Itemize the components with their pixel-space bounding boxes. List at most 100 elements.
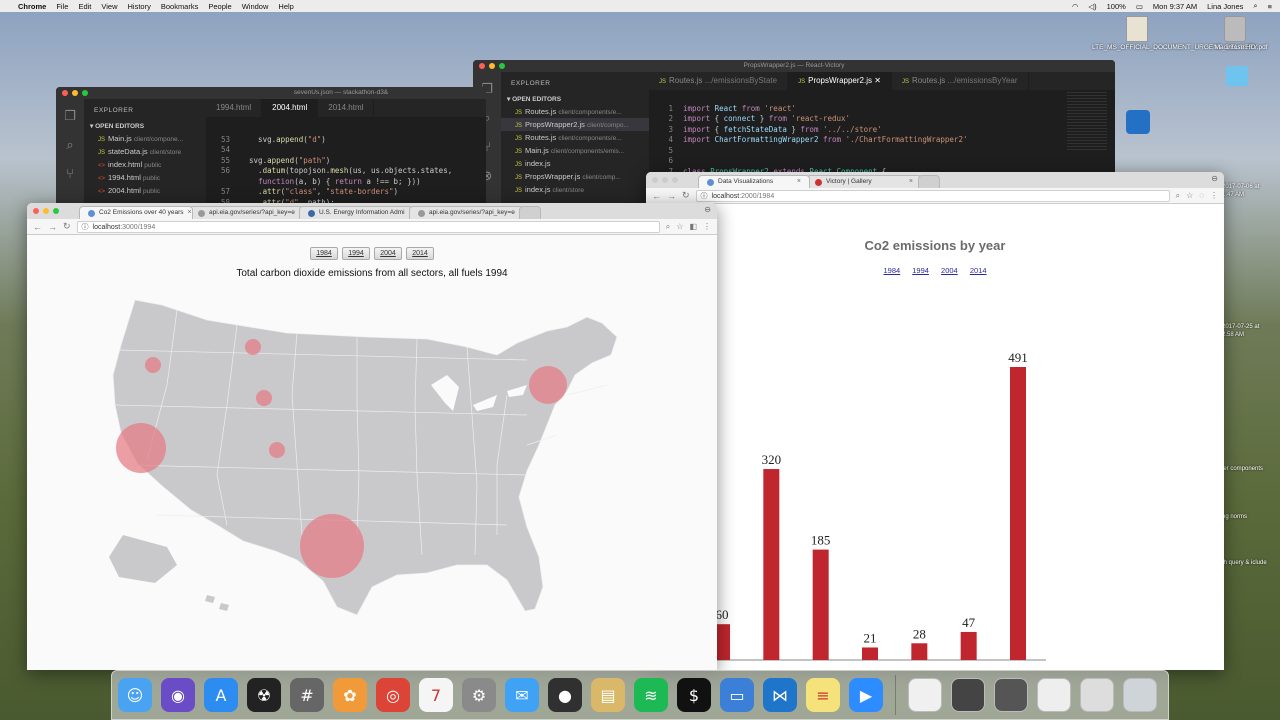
obs-icon[interactable]: ●: [548, 678, 582, 712]
emission-bubble-tx[interactable]: [300, 514, 364, 578]
photos-icon[interactable]: ✿: [333, 678, 367, 712]
chrome-icon[interactable]: ◎: [376, 678, 410, 712]
new-tab-button[interactable]: [918, 175, 940, 188]
source-control-icon[interactable]: ⑂: [66, 167, 74, 182]
open-editor-item[interactable]: JS Main.js client/components/emis...: [501, 144, 649, 157]
bar-or[interactable]: [911, 643, 928, 660]
tab-2014-html[interactable]: 2014.html: [318, 99, 375, 117]
profile-icon[interactable]: ⊖: [704, 205, 711, 214]
open-editor-item[interactable]: <> 1994.html public: [84, 171, 206, 184]
menu-window[interactable]: Window: [242, 2, 269, 11]
window-controls[interactable]: [33, 208, 59, 214]
close-tab-icon[interactable]: ×: [797, 176, 801, 188]
search-icon[interactable]: ⌕: [66, 138, 73, 153]
open-editor-item[interactable]: JS PropsWrapper2.js client/compo...: [501, 118, 649, 131]
desktop-macintosh-hd[interactable]: Macintosh HD: [1190, 16, 1280, 51]
system-preferences-icon[interactable]: ⚙: [462, 678, 496, 712]
finder-icon[interactable]: ☺: [118, 678, 152, 712]
menu-user[interactable]: Lina Jones: [1207, 2, 1243, 11]
browser-tab-api-eia-2[interactable]: api.eia.gov/series/?api_key=e×: [409, 206, 523, 219]
terminal-icon[interactable]: $: [677, 678, 711, 712]
emission-bubble-ca[interactable]: [116, 423, 166, 473]
tab-routes-by-year[interactable]: JS Routes.js .../emissionsByYear: [892, 72, 1029, 90]
menu-people[interactable]: People: [208, 2, 231, 11]
open-editors-header[interactable]: ▾ OPEN EDITORS: [501, 93, 649, 105]
forward-icon[interactable]: →: [48, 222, 57, 232]
desktop-folder-icon[interactable]: [1226, 66, 1248, 86]
tab-routes-by-state[interactable]: JS Routes.js .../emissionsByState: [649, 72, 789, 90]
emission-bubble-mt[interactable]: [245, 339, 261, 355]
close-tab-icon[interactable]: ✕: [874, 76, 881, 85]
menu-clock[interactable]: Mon 9:37 AM: [1153, 2, 1197, 11]
info-icon[interactable]: ⓘ: [82, 222, 89, 232]
emission-bubble-co[interactable]: [269, 442, 285, 458]
bar-wy[interactable]: [960, 631, 977, 660]
extension-icon[interactable]: ◧: [689, 222, 697, 231]
menu-bookmarks[interactable]: Bookmarks: [161, 2, 199, 11]
back-icon[interactable]: ←: [33, 222, 42, 232]
spotify-icon[interactable]: ≋: [634, 678, 668, 712]
window-controls[interactable]: [62, 90, 88, 96]
search-icon[interactable]: ⌕: [1253, 1, 1257, 11]
tab-1994-html[interactable]: 1994.html: [206, 99, 263, 117]
browser-tab-co2-emissions[interactable]: Co2 Emissions over 40 years ×: [79, 206, 193, 219]
menu-edit[interactable]: Edit: [78, 2, 91, 11]
browser-tab-api-eia-1[interactable]: api.eia.gov/series/?api_key=e×: [189, 206, 303, 219]
new-tab-button[interactable]: [519, 206, 541, 219]
browser-tab-victory-gallery[interactable]: Victory | Gallery ×: [806, 175, 922, 188]
code-editor[interactable]: 53 svg.append("d") 54 55 svg.append("path"…: [208, 124, 452, 207]
vscode-icon[interactable]: ⋈: [763, 678, 797, 712]
reload-icon[interactable]: ↻: [63, 221, 71, 232]
window-controls[interactable]: [652, 177, 678, 183]
calendar-icon[interactable]: 7: [419, 678, 453, 712]
forward-icon[interactable]: →: [667, 191, 676, 201]
bar-tx[interactable]: [1010, 367, 1026, 660]
battery-percent[interactable]: 100%: [1107, 2, 1126, 11]
menu-app-name[interactable]: Chrome: [18, 2, 46, 11]
browser-tab-data-visualizations[interactable]: Data Visualizations ×: [698, 175, 810, 188]
siri-icon[interactable]: ◉: [161, 678, 195, 712]
open-editor-item[interactable]: JS PropsWrapper.js client/comp...: [501, 170, 649, 183]
screenshot-stack-icon[interactable]: [951, 678, 985, 712]
open-editor-item[interactable]: JS index.js client/store: [501, 183, 649, 196]
minimap[interactable]: [1067, 92, 1107, 152]
menu-dots-icon[interactable]: ⋮: [1210, 191, 1218, 200]
browser-tab-us-energy[interactable]: U.S. Energy Information Admi×: [299, 206, 413, 219]
address-bar[interactable]: ⓘ localhost:2000/1984: [695, 189, 1170, 202]
preview-icon[interactable]: ▤: [591, 678, 625, 712]
zoom-icon[interactable]: ⌕: [666, 222, 670, 232]
menu-history[interactable]: History: [128, 2, 151, 11]
address-bar[interactable]: ⓘ localhost:3000/1994: [76, 220, 660, 233]
open-editor-item[interactable]: <> index.html public: [84, 158, 206, 171]
messages-icon[interactable]: ✉: [505, 678, 539, 712]
notification-center-icon[interactable]: ≡: [1268, 2, 1272, 11]
open-editor-item[interactable]: JS Main.js client/compone...: [84, 132, 206, 145]
desktop-vscode-icon[interactable]: [1126, 110, 1150, 134]
document-stack-icon[interactable]: [908, 678, 942, 712]
open-editor-item[interactable]: JS Routes.js client/components/e...: [501, 131, 649, 144]
chrome-window-stack-icon[interactable]: [1080, 678, 1114, 712]
notes-icon[interactable]: ≡: [806, 678, 840, 712]
menu-file[interactable]: File: [56, 2, 68, 11]
keynote-icon[interactable]: ▭: [720, 678, 754, 712]
desktop-pdf-file[interactable]: LTE_MS_OFFICIAL_DOCUMENT_URGENT_DELIVERY…: [1092, 16, 1268, 51]
wifi-icon[interactable]: ◠: [1072, 2, 1079, 11]
emission-bubble-wa[interactable]: [145, 357, 161, 373]
reload-icon[interactable]: ↻: [682, 190, 690, 201]
open-editor-item[interactable]: JS stateData.js client/store: [84, 145, 206, 158]
tab-2004-html[interactable]: 2004.html: [262, 99, 319, 117]
bar-ny[interactable]: [812, 549, 829, 660]
open-editors-header[interactable]: ▾ OPEN EDITORS: [84, 120, 206, 132]
explorer-icon[interactable]: ❐: [64, 109, 76, 124]
profile-icon[interactable]: ⊖: [1211, 174, 1218, 183]
calculator-icon[interactable]: #: [290, 678, 324, 712]
menu-dots-icon[interactable]: ⋮: [703, 222, 711, 231]
extension-icon[interactable]: ◌: [1199, 191, 1204, 200]
trash-icon[interactable]: [1123, 678, 1157, 712]
close-tab-icon[interactable]: ×: [188, 207, 192, 219]
downloads-stack-icon[interactable]: [1037, 678, 1071, 712]
window-controls[interactable]: [479, 63, 505, 69]
menu-help[interactable]: Help: [278, 2, 293, 11]
zoom-icon[interactable]: ▶: [849, 678, 883, 712]
bar-mt[interactable]: [862, 647, 878, 660]
